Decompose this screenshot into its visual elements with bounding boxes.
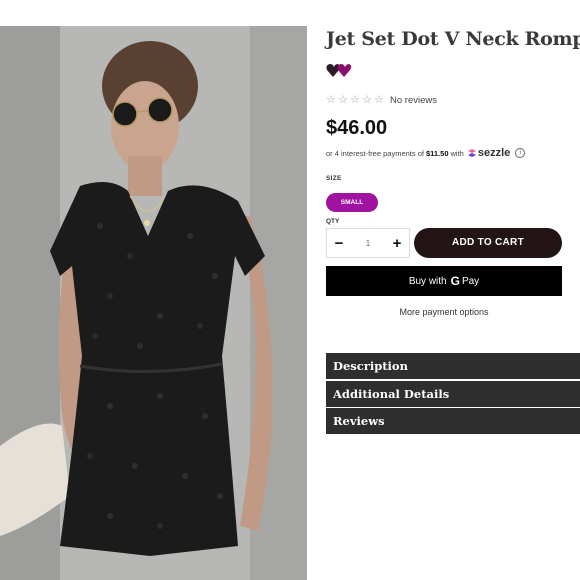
gpay-prefix: Buy with (408, 275, 447, 287)
product-title: Jet Set Dot V Neck Romper (326, 28, 580, 50)
star-outline-icon: ☆ (338, 93, 348, 106)
product-info: Jet Set Dot V Neck Romper ☆ ☆ ☆ ☆ ☆ No r… (326, 0, 580, 580)
star-outline-icon: ☆ (350, 93, 360, 106)
accordion-reviews[interactable]: Reviews (326, 408, 580, 434)
reviews-count[interactable]: No reviews (390, 95, 437, 106)
installment-note: or 4 interest-free payments of $11.50 wi… (326, 147, 526, 159)
star-outline-icon: ☆ (326, 93, 336, 106)
google-g-icon: G (450, 274, 460, 288)
star-outline-icon: ☆ (362, 93, 372, 106)
qty-label: QTY (326, 218, 340, 225)
product-image[interactable] (0, 26, 307, 580)
more-payment-options-link[interactable]: More payment options (326, 307, 562, 317)
rating-stars: ☆ ☆ ☆ ☆ ☆ (326, 93, 385, 106)
twin-hearts-icon (326, 64, 352, 77)
installment-prefix: or 4 interest-free payments of (326, 148, 424, 158)
quantity-input[interactable]: 1 (366, 239, 370, 248)
product-price: $46.00 (326, 117, 388, 139)
size-label: SIZE (326, 175, 342, 182)
quantity-decrease-button[interactable]: − (327, 235, 351, 252)
sezzle-logo[interactable]: sezzle (467, 147, 510, 159)
size-option-small[interactable]: SMALL (326, 193, 378, 212)
quantity-increase-button[interactable]: + (385, 235, 409, 252)
google-pay-button[interactable]: Buy with G Pay (326, 266, 562, 296)
add-to-cart-button[interactable]: ADD TO CART (414, 228, 562, 258)
sezzle-wordmark: sezzle (477, 147, 511, 159)
star-outline-icon: ☆ (374, 93, 384, 106)
sezzle-logo-icon (467, 149, 476, 157)
accordion-additional-details[interactable]: Additional Details (326, 381, 580, 407)
gpay-pay: Pay (461, 275, 480, 287)
accordion-description[interactable]: Description (326, 353, 580, 379)
product-rating[interactable]: ☆ ☆ ☆ ☆ ☆ No reviews (326, 93, 437, 107)
quantity-stepper: − 1 + (326, 228, 410, 258)
model-illustration (0, 26, 307, 580)
info-circle-icon[interactable]: i (515, 148, 526, 158)
installment-amount: $11.50 (425, 148, 449, 158)
installment-suffix: with (450, 148, 464, 158)
